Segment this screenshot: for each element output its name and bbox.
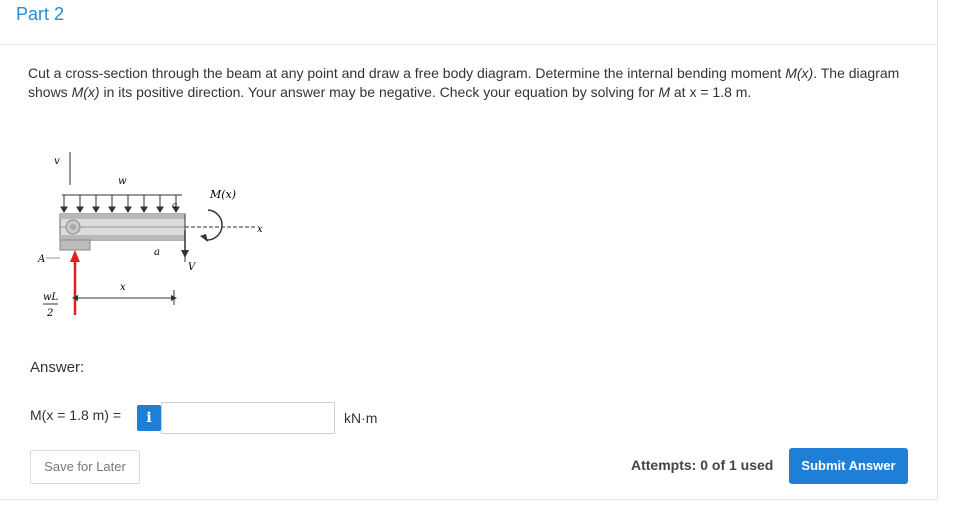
free-body-diagram: v w a A V a M(x) x wL 2 x <box>30 150 290 330</box>
attempts-counter: Attempts: 0 of 1 used <box>631 457 774 473</box>
distributed-load <box>60 194 182 213</box>
label-wL-denominator: 2 <box>46 308 53 319</box>
label-V: V <box>188 262 197 273</box>
info-icon[interactable]: i <box>137 405 161 431</box>
label-a-top: a <box>172 201 177 211</box>
equation-label: M(x = 1.8 m) = <box>30 407 122 423</box>
answer-input[interactable] <box>161 402 335 434</box>
question-text: Cut a cross-section through the beam at … <box>28 65 900 100</box>
beam <box>59 213 186 241</box>
submit-answer-button[interactable]: Submit Answer <box>789 448 908 484</box>
reaction-arrow <box>70 250 80 315</box>
pin-support <box>59 239 91 251</box>
part-header: Part 2 <box>0 0 937 45</box>
part-title: Part 2 <box>16 4 65 24</box>
label-wL: wL <box>43 292 59 303</box>
save-for-later-button[interactable]: Save for Later <box>30 450 140 484</box>
label-x-axis: x <box>257 224 263 235</box>
label-A: A <box>37 254 45 265</box>
answer-label: Answer: <box>30 359 85 376</box>
moment-arrow <box>200 209 223 242</box>
unit-label: kN·m <box>344 410 378 426</box>
free-body-diagram-svg: v w a A V a M(x) x wL 2 x <box>37 152 263 319</box>
label-v-axis: v <box>54 156 60 167</box>
question-card: Part 2 Cut a cross-section through the b… <box>0 0 938 500</box>
label-x-dimension: x <box>120 282 126 293</box>
label-a-bottom: a <box>154 247 160 258</box>
label-M-x: M(x) <box>209 188 236 201</box>
label-w: w <box>118 176 127 187</box>
